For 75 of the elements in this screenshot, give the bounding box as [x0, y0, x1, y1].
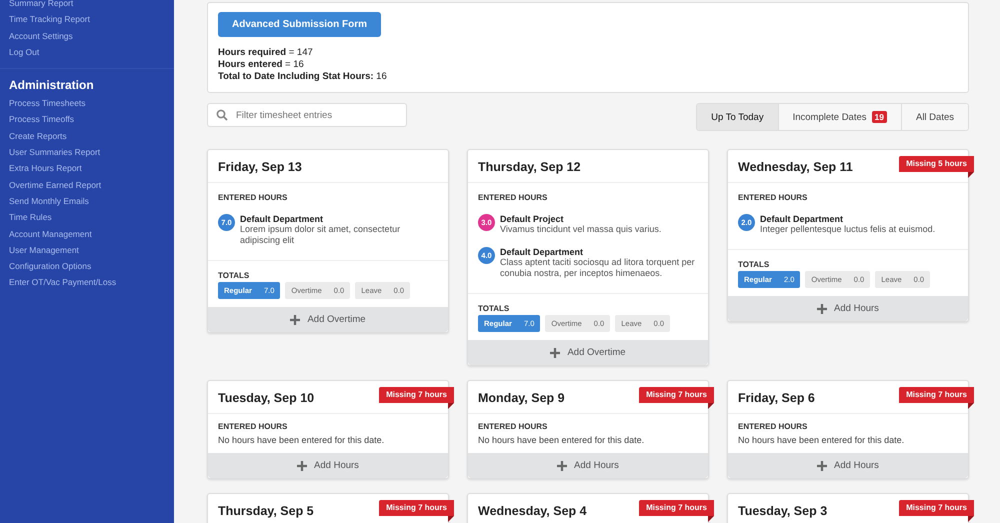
empty-message: No hours have been entered for this date.	[218, 435, 386, 445]
day-title: Tuesday, Sep 3	[738, 504, 828, 518]
section-label: ENTERED HOURS	[738, 422, 808, 431]
add-hours-button[interactable]: Add Hours	[728, 453, 968, 478]
sidebar-link[interactable]: Time Rules	[9, 209, 174, 226]
sidebar-link[interactable]: Summary Report	[9, 0, 174, 12]
missing-hours-ribbon: Missing 7 hours	[899, 500, 974, 522]
add-hours-button[interactable]: Add Hours	[208, 453, 448, 478]
empty-message: No hours have been entered for this date.	[478, 435, 646, 445]
sidebar-link[interactable]: Enter OT/Vac Payment/Loss	[9, 274, 174, 291]
section-label: ENTERED HOURS	[478, 193, 548, 202]
entry-note: Class aptent taciti sociosqu ad litora torquent per conubia nostra, per inceptos himenaeos.	[500, 257, 696, 279]
plus-icon	[297, 460, 308, 470]
sidebar-link[interactable]: User Summaries Report	[9, 144, 174, 160]
advanced-submission-button[interactable]: Advanced Submission Form	[218, 12, 382, 37]
missing-hours-ribbon: Missing 5 hours	[899, 156, 974, 178]
summary-line: Hours required = 147	[218, 47, 314, 59]
sidebar-link[interactable]: Time Tracking Report	[9, 11, 174, 28]
missing-hours-ribbon: Missing 7 hours	[899, 387, 974, 409]
plus-icon	[550, 348, 560, 358]
entry-name: Default Department	[500, 247, 584, 257]
empty-message: No hours have been entered for this date.	[738, 435, 906, 445]
sidebar-link[interactable]: Process Timesheets	[9, 95, 174, 112]
missing-hours-ribbon: Missing 7 hours	[639, 500, 714, 522]
day-title: Friday, Sep 13	[218, 160, 302, 174]
day-title: Wednesday, Sep 11	[738, 160, 853, 174]
search-input[interactable]: Filter timesheet entries	[234, 108, 398, 122]
sidebar-link[interactable]: Overtime Earned Report	[9, 176, 174, 193]
add-hours-button[interactable]: Add Overtime	[468, 340, 708, 365]
section-label: ENTERED HOURS	[738, 193, 808, 202]
add-hours-button[interactable]: Add Hours	[728, 296, 968, 321]
section-label: ENTERED HOURS	[218, 193, 288, 202]
entry-name: Default Department	[240, 214, 324, 224]
sidebar-link[interactable]: User Management	[9, 242, 174, 258]
sidebar-link[interactable]: Log Out	[9, 44, 174, 60]
plus-icon	[290, 314, 300, 324]
sidebar-heading: Administration	[9, 77, 95, 94]
totals-label: TOTALS	[738, 260, 770, 269]
plus-icon	[557, 460, 568, 470]
add-hours-button[interactable]: Add Hours	[468, 453, 708, 478]
sidebar-link[interactable]: Extra Hours Report	[9, 160, 174, 177]
section-label: ENTERED HOURS	[218, 422, 288, 431]
totals-label: TOTALS	[218, 271, 250, 280]
summary-line: Total to Date Including Stat Hours: 16	[218, 71, 388, 83]
entry-name: Default Project	[500, 214, 565, 224]
entry-name: Default Department	[760, 214, 844, 224]
day-title: Thursday, Sep 12	[478, 160, 581, 174]
missing-hours-ribbon: Missing 7 hours	[379, 500, 454, 522]
sidebar-link[interactable]: Send Monthly Emails	[9, 192, 174, 210]
plus-icon	[817, 304, 828, 314]
plus-icon	[817, 460, 828, 470]
sidebar-link[interactable]: Configuration Options	[9, 258, 174, 274]
missing-hours-ribbon: Missing 7 hours	[639, 387, 714, 409]
add-hours-button[interactable]: Add Overtime	[208, 307, 448, 332]
missing-hours-ribbon: Missing 7 hours	[379, 387, 454, 409]
section-label: ENTERED HOURS	[478, 422, 548, 431]
sidebar-link[interactable]: Process Timeoffs	[9, 111, 174, 128]
totals-label: TOTALS	[478, 304, 510, 313]
day-title: Wednesday, Sep 4	[478, 504, 587, 518]
sidebar-link[interactable]: Create Reports	[9, 128, 174, 144]
sidebar-link[interactable]: Account Management	[9, 226, 174, 242]
filter-tab[interactable]: Up To Today	[697, 104, 778, 130]
day-title: Tuesday, Sep 10	[218, 391, 314, 405]
day-title: Monday, Sep 9	[478, 391, 565, 405]
search-field[interactable]: Filter timesheet entries	[207, 103, 407, 127]
day-title: Friday, Sep 6	[738, 391, 815, 405]
sidebar-link[interactable]: Account Settings	[9, 28, 174, 44]
search-icon	[216, 109, 228, 121]
entry-note: Integer pellentesque luctus felis at euismod.	[760, 224, 936, 235]
entry-note: Lorem ipsum dolor sit amet, consectetur adipiscing elit	[240, 224, 402, 246]
summary-line: Hours entered = 16	[218, 59, 305, 71]
entry-note: Vivamus tincidunt vel massa quis varius.	[500, 224, 662, 235]
day-title: Thursday, Sep 5	[218, 504, 314, 518]
filter-tab[interactable]: All Dates	[900, 104, 968, 130]
count-badge: 19	[872, 111, 887, 123]
